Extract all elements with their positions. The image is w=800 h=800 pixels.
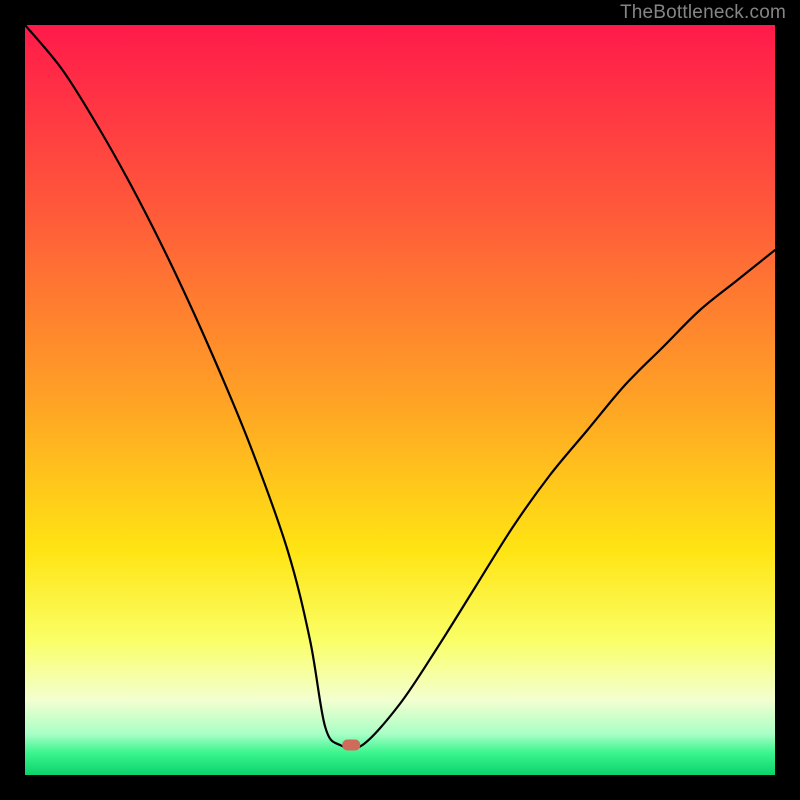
chart-frame: TheBottleneck.com [0,0,800,800]
minimum-marker [342,740,360,751]
chart-svg [25,25,775,775]
watermark-text: TheBottleneck.com [620,2,786,24]
chart-plot [25,25,775,775]
gradient-background [25,25,775,775]
